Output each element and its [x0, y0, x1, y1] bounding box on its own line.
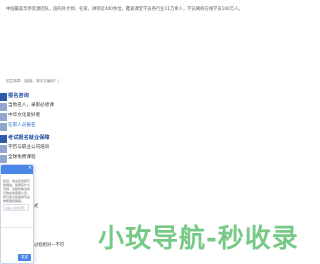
chat-message: 您好，欢迎来到我们的网站，如果有什么问题，请随时联系我们的在线客服人员，我们会为…: [3, 179, 31, 203]
chat-input[interactable]: 请输入您的问题: [3, 204, 29, 211]
chat-widget: × 您好，欢迎来到我们的网站，如果有什么问题，请随时联系我们的在线客服人员，我们…: [0, 164, 34, 264]
content-line[interactable]: 学历与职业公司培训: [0, 144, 120, 154]
content-line[interactable]: 在职人员报名: [0, 122, 120, 132]
intro-paragraph: 中国最美华侨资源团队，国内外大师、名家、讲师近400余位，覆盖课堂学员各行业11…: [6, 7, 243, 12]
send-button[interactable]: 发送: [18, 254, 31, 261]
chat-divider: [1, 227, 33, 228]
chat-header: ×: [1, 165, 33, 174]
content-line[interactable]: 报名咨询: [0, 92, 120, 102]
close-icon[interactable]: ×: [28, 166, 32, 171]
content-line[interactable]: 当地名人，录影必修课: [0, 102, 120, 112]
content-line[interactable]: 中华文化爱好者: [0, 112, 120, 122]
content-line[interactable]: 考试报名就业保障: [0, 134, 120, 144]
content-line[interactable]: 全球免费课程: [0, 154, 120, 164]
side-text: 式: [34, 204, 39, 209]
admission-note: 招生简章：[链接，请中文编码？]: [6, 79, 60, 83]
watermark-text: 小玫导航-秒收录: [98, 224, 299, 254]
side-text: 过程相对一不可: [34, 243, 65, 248]
